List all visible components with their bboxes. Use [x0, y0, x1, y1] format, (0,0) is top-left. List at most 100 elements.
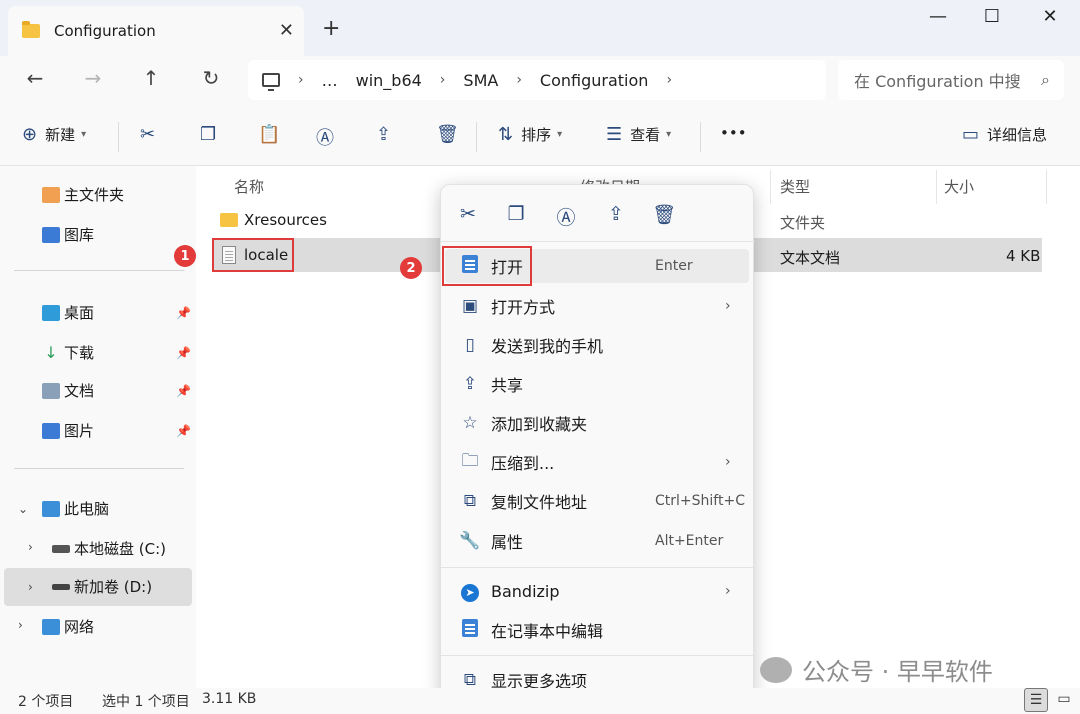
- command-toolbar: ⊕ 新建 ▾ ✂ ❐ 📋 Ⓐ ⇪ 🗑 ⇅ 排序 ▾ ☰ 查看 ▾ ••• ▭ 详…: [0, 108, 1080, 166]
- tab-close-icon[interactable]: ✕: [279, 20, 294, 41]
- refresh-button[interactable]: ↻: [196, 66, 226, 90]
- chevron-right-icon[interactable]: ›: [18, 618, 23, 632]
- tiles-view-button[interactable]: ▭: [1052, 688, 1076, 712]
- sidebar-item-gallery[interactable]: 图库: [42, 224, 94, 245]
- cut-icon[interactable]: ✂: [455, 203, 481, 225]
- copy-path-icon: ⧉: [463, 491, 477, 511]
- breadcrumb-sma[interactable]: SMA: [463, 71, 498, 90]
- chevron-right-icon[interactable]: ›: [28, 540, 33, 554]
- sidebar-item-documents[interactable]: 文档: [42, 380, 94, 401]
- item-count: 2 个项目: [18, 694, 74, 710]
- sidebar-item-downloads[interactable]: ↓ 下载: [42, 342, 94, 363]
- view-button[interactable]: ☰ 查看 ▾: [606, 124, 671, 145]
- trash-icon[interactable]: 🗑: [651, 203, 677, 226]
- list-view-icon: ☰: [606, 124, 623, 145]
- breadcrumb-configuration[interactable]: Configuration: [540, 71, 649, 90]
- sidebar-item-drive-c[interactable]: 本地磁盘 (C:): [52, 538, 166, 559]
- menu-item-send-to-phone[interactable]: ▯ 发送到我的手机: [445, 328, 749, 362]
- column-header-type[interactable]: 类型: [780, 176, 810, 197]
- column-divider[interactable]: [770, 170, 771, 204]
- column-divider[interactable]: [1046, 170, 1047, 204]
- menu-item-copy-path[interactable]: ⧉ 复制文件地址 Ctrl+Shift+C: [445, 484, 749, 518]
- sort-label: 排序: [521, 126, 552, 144]
- details-pane-button[interactable]: ▭ 详细信息: [962, 124, 1047, 145]
- drive-icon: [52, 544, 70, 553]
- column-header-size[interactable]: 大小: [944, 176, 974, 197]
- breadcrumb-win-b64[interactable]: win_b64: [356, 71, 422, 90]
- sidebar-item-this-pc[interactable]: 此电脑: [42, 498, 109, 519]
- navigation-pane: 主文件夹 图库 桌面 📌 ↓ 下载 📌 文档 📌 图片 📌 ⌄ 此电脑 › 本地…: [0, 166, 196, 688]
- folder-icon: [220, 213, 238, 227]
- pin-icon[interactable]: 📌: [176, 346, 191, 360]
- sidebar-item-label: 图片: [64, 422, 95, 440]
- chevron-right-icon[interactable]: ›: [28, 580, 33, 594]
- menu-item-edit-notepad[interactable]: 在记事本中编辑: [445, 613, 749, 647]
- pin-icon[interactable]: 📌: [176, 306, 191, 320]
- menu-item-open-with[interactable]: ▣ 打开方式 ›: [445, 289, 749, 323]
- new-button[interactable]: ⊕ 新建 ▾: [22, 124, 86, 145]
- chevron-right-icon: ›: [298, 72, 304, 88]
- menu-item-bandizip[interactable]: ➤ Bandizip ›: [445, 574, 749, 608]
- pin-icon[interactable]: 📌: [176, 424, 191, 438]
- sidebar-divider: [14, 270, 184, 271]
- tab-configuration[interactable]: Configuration ✕: [8, 6, 304, 56]
- column-header-name[interactable]: 名称: [234, 176, 264, 197]
- more-options-button[interactable]: •••: [720, 124, 747, 142]
- details-view-button[interactable]: ☰: [1024, 688, 1048, 712]
- sidebar-item-label: 本地磁盘 (C:): [74, 540, 166, 558]
- back-button[interactable]: ←: [20, 66, 50, 90]
- menu-item-shortcut: Alt+Enter: [655, 533, 724, 549]
- share-icon[interactable]: ⇪: [603, 203, 629, 225]
- pin-icon[interactable]: 📌: [176, 384, 191, 398]
- breadcrumb-ellipsis[interactable]: …: [322, 71, 338, 90]
- column-divider[interactable]: [936, 170, 937, 204]
- sidebar-item-desktop[interactable]: 桌面: [42, 302, 94, 323]
- cut-button[interactable]: ✂: [140, 124, 163, 145]
- menu-item-compress-to[interactable]: 🗀 压缩到... ›: [445, 445, 749, 479]
- sidebar-item-drive-d[interactable]: 新加卷 (D:): [52, 576, 152, 597]
- up-button[interactable]: ↑: [136, 66, 166, 90]
- computer-icon: [42, 500, 60, 517]
- delete-button[interactable]: 🗑: [436, 124, 467, 145]
- selection-size: 3.11 KB: [202, 691, 257, 707]
- sidebar-item-network[interactable]: 网络: [42, 616, 94, 637]
- sidebar-item-home[interactable]: 主文件夹: [42, 184, 124, 205]
- rename-button[interactable]: Ⓐ: [316, 124, 342, 150]
- copy-icon[interactable]: ❐: [503, 203, 529, 225]
- step-badge-1: 1: [174, 245, 196, 267]
- new-tab-button[interactable]: +: [322, 16, 340, 41]
- chevron-right-icon: ›: [725, 454, 731, 470]
- chevron-down-icon[interactable]: ⌄: [18, 502, 28, 516]
- more-icon: •••: [720, 124, 747, 142]
- search-input[interactable]: 在 Configuration 中搜 ⌕: [838, 60, 1064, 100]
- menu-item-add-favorites[interactable]: ☆ 添加到收藏夹: [445, 406, 749, 440]
- minimize-button[interactable]: —: [918, 6, 958, 27]
- sort-button[interactable]: ⇅ 排序 ▾: [498, 124, 562, 145]
- rename-icon[interactable]: Ⓐ: [553, 203, 579, 230]
- open-with-icon: ▣: [461, 296, 479, 316]
- paste-button[interactable]: 📋: [258, 124, 288, 145]
- title-bar: Configuration ✕ + — ☐ ✕: [0, 0, 1080, 56]
- clipboard-icon: 📋: [258, 124, 281, 145]
- share-button[interactable]: ⇪: [376, 124, 399, 145]
- rename-icon: Ⓐ: [316, 128, 334, 149]
- zip-folder-icon: 🗀: [461, 450, 479, 471]
- menu-item-label: 复制文件地址: [491, 493, 588, 512]
- sidebar-item-label: 文档: [64, 382, 95, 400]
- toolbar-divider: [118, 122, 119, 152]
- menu-item-share[interactable]: ⇪ 共享: [445, 367, 749, 401]
- maximize-button[interactable]: ☐: [972, 6, 1012, 27]
- selection-count: 选中 1 个项目: [102, 694, 190, 710]
- sidebar-item-pictures[interactable]: 图片: [42, 420, 94, 441]
- close-window-button[interactable]: ✕: [1030, 6, 1070, 27]
- search-icon: ⌕: [1041, 70, 1050, 89]
- download-icon: ↓: [44, 342, 58, 362]
- navigation-bar: ← → ↑ ↻ › … win_b64 › SMA › Configuratio…: [0, 56, 1080, 108]
- menu-item-properties[interactable]: 🔧 属性 Alt+Enter: [445, 524, 749, 558]
- menu-item-shortcut: Enter: [655, 258, 693, 274]
- menu-item-label: 添加到收藏夹: [491, 415, 588, 434]
- address-bar[interactable]: › … win_b64 › SMA › Configuration ›: [248, 60, 826, 100]
- forward-button[interactable]: →: [78, 66, 108, 90]
- chevron-right-icon: ›: [666, 72, 673, 88]
- copy-button[interactable]: ❐: [200, 124, 224, 145]
